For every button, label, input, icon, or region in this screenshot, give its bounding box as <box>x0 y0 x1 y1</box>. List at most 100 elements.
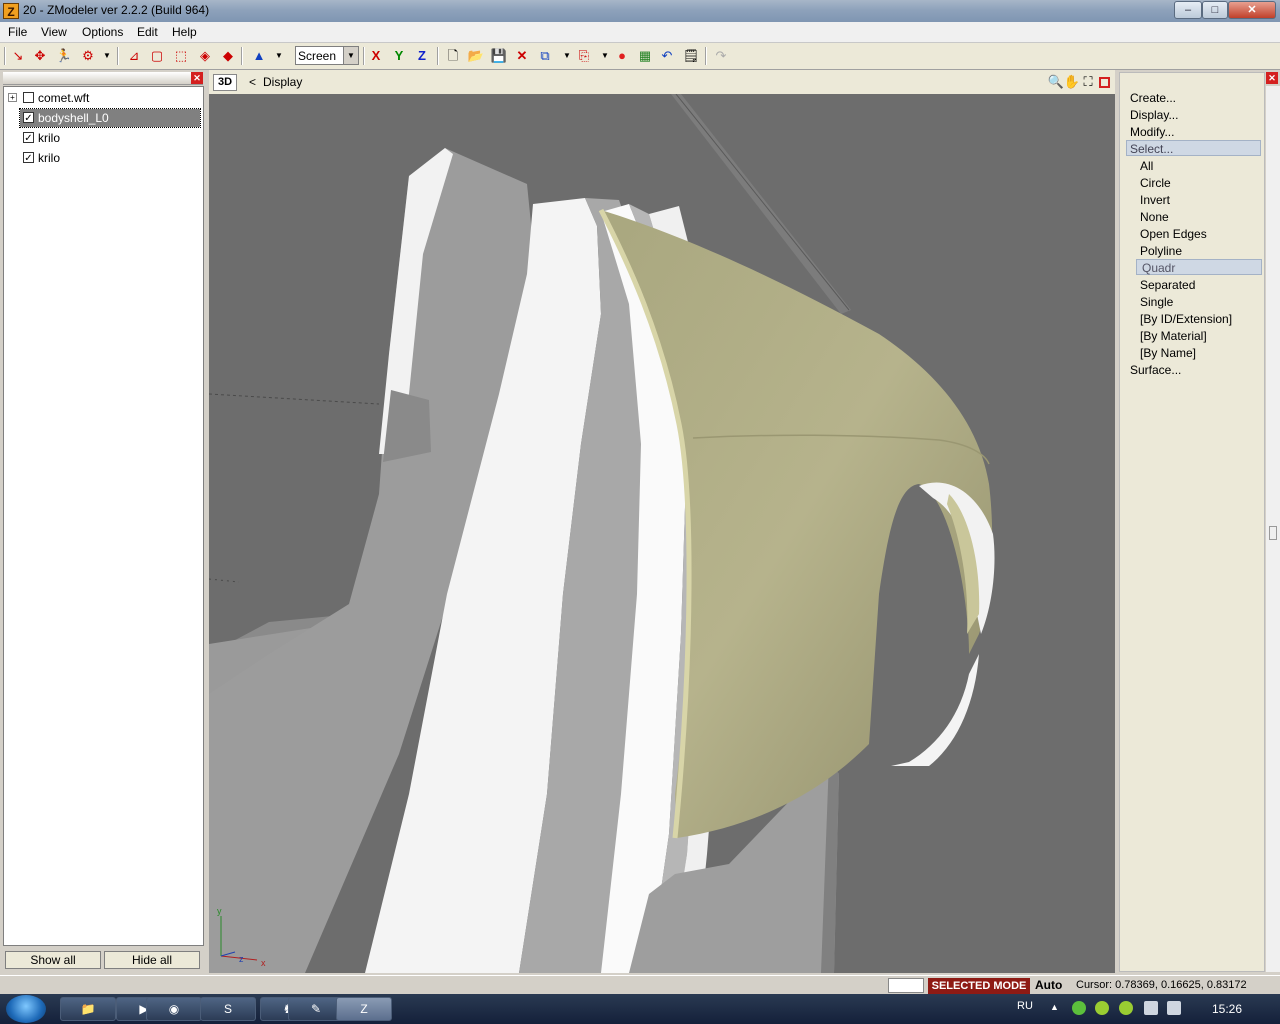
fit-view-icon[interactable]: ⛶ <box>1079 73 1097 91</box>
dropdown-arrow-icon[interactable]: ▼ <box>558 47 576 65</box>
vertex-mode-icon[interactable]: ⊿ <box>125 47 143 65</box>
tree-node-krilo[interactable]: ✓ krilo <box>4 129 200 147</box>
visibility-checkbox[interactable]: ✓ <box>23 152 34 164</box>
tray-app-icon[interactable] <box>1072 1001 1086 1015</box>
tray-app-icon[interactable] <box>1095 1001 1109 1015</box>
axis-z-label: z <box>239 954 244 964</box>
clock[interactable]: 15:26 <box>1212 1002 1242 1016</box>
select-separated[interactable]: Separated <box>1140 278 1195 292</box>
object-tree[interactable]: + comet.wft ✓ bodyshell_L0 ✓ krilo ✓ kri… <box>3 86 204 946</box>
cube-mode-icon[interactable]: ◆ <box>219 47 237 65</box>
coordinate-system-select[interactable]: Screen ▼ <box>295 46 359 65</box>
scrollbar-thumb[interactable] <box>1269 526 1277 540</box>
box-mode-icon[interactable]: ◈ <box>196 47 214 65</box>
copy-icon[interactable]: ⧉ <box>536 47 554 65</box>
explorer-task-icon[interactable]: 📁 <box>60 997 116 1021</box>
select-tool-icon[interactable]: ↘ <box>9 47 27 65</box>
zmodeler-task-icon[interactable]: Z <box>336 997 392 1021</box>
axis-constraint-icon[interactable]: ▲ <box>250 47 268 65</box>
pose-tool-icon[interactable]: 🏃 <box>55 47 73 65</box>
redo-icon[interactable]: ↷ <box>712 47 730 65</box>
select-by-id-extension[interactable]: [By ID/Extension] <box>1140 312 1232 326</box>
close-button[interactable]: ✕ <box>1228 1 1276 19</box>
move-tool-icon[interactable]: ✥ <box>31 47 49 65</box>
command-panel-scrollbar[interactable] <box>1266 86 1280 972</box>
paste-icon[interactable]: ⎘ <box>575 47 593 65</box>
hide-all-button[interactable]: Hide all <box>104 951 200 969</box>
start-button[interactable] <box>6 995 46 1023</box>
visibility-checkbox[interactable] <box>23 92 34 103</box>
delete-icon[interactable]: ✕ <box>513 47 531 65</box>
select-polyline[interactable]: Polyline <box>1140 244 1182 258</box>
visibility-checkbox[interactable]: ✓ <box>23 112 34 124</box>
viewport-3d[interactable]: y z x <box>209 94 1115 973</box>
show-all-button[interactable]: Show all <box>5 951 101 969</box>
tree-node-krilo-2[interactable]: ✓ krilo <box>4 149 200 167</box>
notes-icon[interactable]: 🗒 <box>682 47 700 65</box>
close-panel-icon[interactable]: ✕ <box>191 72 203 84</box>
menu-options[interactable]: Options <box>82 25 123 39</box>
selected-mode-badge[interactable]: SELECTED MODE <box>928 978 1030 994</box>
firefox-task-icon[interactable]: ◉ <box>146 997 202 1021</box>
app-icon[interactable]: Z <box>3 3 19 19</box>
coordinate-system-value: Screen <box>298 49 337 63</box>
object-mode-icon[interactable]: ⬚ <box>172 47 190 65</box>
command-modify[interactable]: Modify... <box>1130 125 1174 139</box>
select-none[interactable]: None <box>1140 210 1169 224</box>
render-icon[interactable]: ● <box>613 47 631 65</box>
minimize-button[interactable]: – <box>1174 1 1202 19</box>
tree-node-comet[interactable]: + comet.wft <box>4 89 200 107</box>
menu-view[interactable]: View <box>41 25 67 39</box>
select-single[interactable]: Single <box>1140 295 1173 309</box>
auto-mode-label[interactable]: Auto <box>1035 978 1062 992</box>
select-by-material[interactable]: [By Material] <box>1140 329 1207 343</box>
dropdown-arrow-icon[interactable]: ▼ <box>596 47 614 65</box>
maximize-viewport-icon[interactable] <box>1099 77 1110 88</box>
maximize-button[interactable]: □ <box>1202 1 1228 19</box>
dropdown-arrow-icon[interactable]: ▼ <box>270 47 288 65</box>
tray-app-icon[interactable] <box>1119 1001 1133 1015</box>
axis-x-label: x <box>261 958 266 968</box>
menu-file[interactable]: File <box>8 25 27 39</box>
expand-icon[interactable]: + <box>8 93 17 102</box>
title-bar: Z 20 - ZModeler ver 2.2.2 (Build 964) – … <box>0 0 1280 22</box>
axis-z-button[interactable]: Z <box>413 47 431 65</box>
window-title: 20 - ZModeler ver 2.2.2 (Build 964) <box>23 3 210 17</box>
skype-task-icon[interactable]: S <box>200 997 256 1021</box>
select-invert[interactable]: Invert <box>1140 193 1170 207</box>
display-back-arrow[interactable]: < <box>249 75 256 89</box>
save-icon[interactable]: 💾 <box>490 47 508 65</box>
visibility-checkbox[interactable]: ✓ <box>23 132 34 144</box>
close-panel-icon[interactable]: ✕ <box>1266 72 1278 84</box>
face-mode-icon[interactable]: ▢ <box>148 47 166 65</box>
new-file-icon[interactable]: 🗋 <box>444 47 462 65</box>
texture-icon[interactable]: ▦ <box>636 47 654 65</box>
language-indicator[interactable]: RU <box>1017 1000 1033 1012</box>
command-display[interactable]: Display... <box>1130 108 1178 122</box>
tray-expand-icon[interactable]: ▲ <box>1050 1002 1059 1012</box>
select-circle[interactable]: Circle <box>1140 176 1171 190</box>
tree-node-bodyshell[interactable]: ✓ bodyshell_L0 <box>19 108 201 128</box>
network-icon[interactable] <box>1144 1001 1158 1015</box>
group-tool-icon[interactable]: ⚙ <box>79 47 97 65</box>
undo-icon[interactable]: ↶ <box>658 47 676 65</box>
select-by-name[interactable]: [By Name] <box>1140 346 1196 360</box>
menu-help[interactable]: Help <box>172 25 197 39</box>
viewport-mode-label: Display <box>263 75 303 89</box>
axis-x-button[interactable]: X <box>367 47 385 65</box>
menu-bar: File View Options Edit Help <box>0 22 1280 43</box>
axis-y-button[interactable]: Y <box>390 47 408 65</box>
menu-edit[interactable]: Edit <box>137 25 158 39</box>
select-all[interactable]: All <box>1140 159 1153 173</box>
dropdown-arrow-icon[interactable]: ▼ <box>98 47 116 65</box>
select-quadr[interactable]: Quadr <box>1136 259 1262 275</box>
command-select[interactable]: Select... <box>1126 140 1261 156</box>
command-create[interactable]: Create... <box>1130 91 1176 105</box>
chevron-down-icon[interactable]: ▼ <box>343 47 358 64</box>
command-surface[interactable]: Surface... <box>1130 363 1181 377</box>
taskbar: 📁 ▶ ◉ S ♞ ✎ Z RU ▲ 15:26 <box>0 994 1280 1024</box>
viewport-tab-3d[interactable]: 3D <box>213 74 237 91</box>
open-folder-icon[interactable]: 📂 <box>467 47 485 65</box>
volume-icon[interactable] <box>1167 1001 1181 1015</box>
select-open-edges[interactable]: Open Edges <box>1140 227 1207 241</box>
